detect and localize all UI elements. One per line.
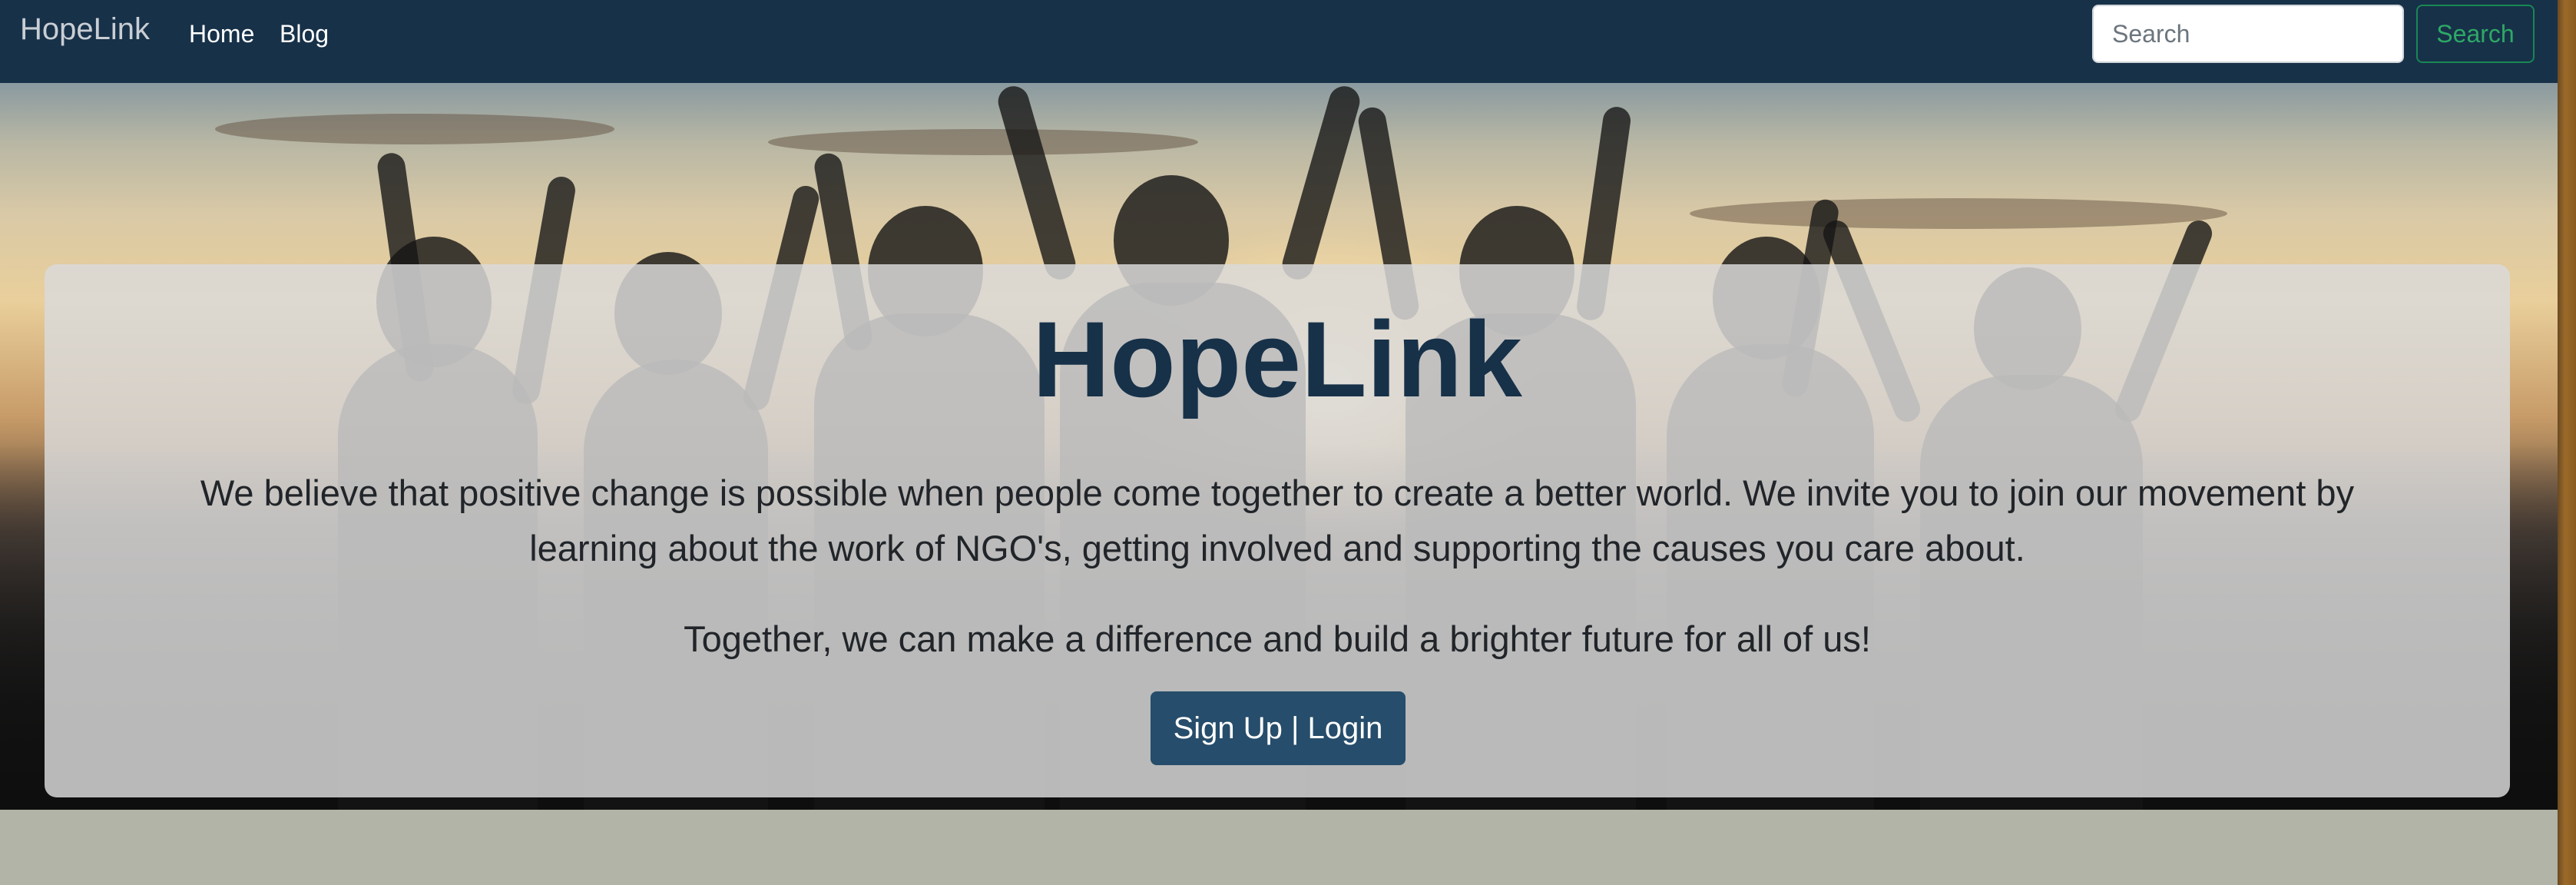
navbar: HopeLink Home Blog Search: [0, 0, 2558, 83]
window-edge: [2558, 0, 2576, 885]
signup-login-button[interactable]: Sign Up | Login: [1151, 691, 1406, 765]
search-button[interactable]: Search: [2416, 5, 2535, 63]
cloud: [1690, 198, 2227, 229]
hero-tagline: Together, we can make a difference and b…: [684, 618, 1871, 659]
brand-logo-link[interactable]: HopeLink: [20, 11, 150, 48]
hero-banner: HopeLink We believe that positive change…: [0, 83, 2558, 810]
cloud: [768, 129, 1198, 155]
nav-link-home[interactable]: Home: [189, 17, 254, 51]
search-input[interactable]: [2092, 5, 2404, 63]
cloud: [215, 114, 614, 144]
hero-title: HopeLink: [1032, 299, 1522, 419]
hero-paragraph: We believe that positive change is possi…: [200, 472, 2355, 568]
nav-link-blog[interactable]: Blog: [280, 17, 329, 51]
raised-arm: [994, 83, 1080, 283]
hero-card: HopeLink We believe that positive change…: [45, 264, 2510, 797]
page: HopeLink Home Blog Search Search HopeLin…: [0, 0, 2576, 885]
